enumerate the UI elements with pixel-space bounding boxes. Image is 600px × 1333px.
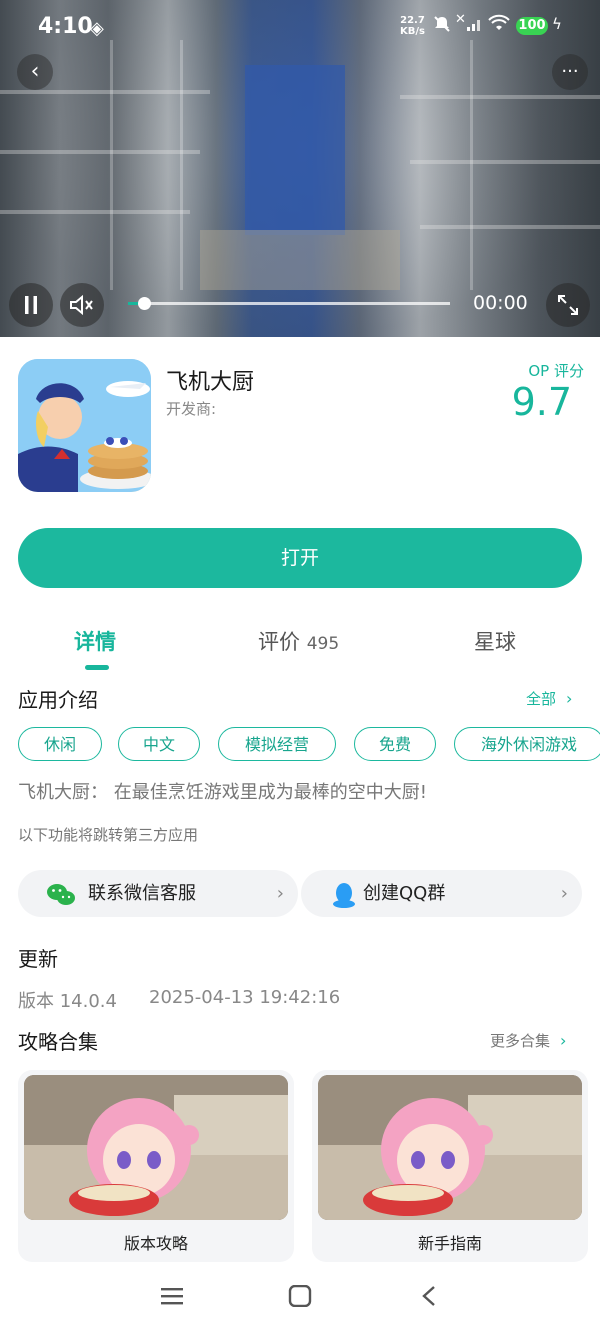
guide-card[interactable]: 新手指南	[312, 1070, 588, 1262]
wechat-service-label: 联系微信客服	[88, 883, 196, 904]
tag-chip[interactable]: 中文	[118, 727, 200, 761]
aisle-blue-door	[245, 65, 345, 235]
tab-details-label: 详情	[74, 630, 116, 654]
create-qq-group-label: 创建QQ群	[363, 883, 446, 904]
op-score-value: 9.7	[511, 380, 572, 424]
version-text: 版本 14.0.4	[18, 991, 117, 1012]
wechat-service-link[interactable]: 联系微信客服 ›	[18, 870, 298, 917]
chevron-right-icon: ›	[566, 689, 573, 708]
pause-icon	[22, 296, 40, 320]
guides-title: 攻略合集	[18, 1030, 98, 1054]
intro-all-label: 全部	[526, 690, 557, 708]
speaker-muted-icon	[69, 294, 95, 321]
qq-penguin-icon	[329, 880, 359, 908]
update-title: 更新	[18, 947, 58, 971]
app-name: 飞机大厨	[166, 370, 255, 395]
intro-all-link[interactable]: 全部 ›	[526, 688, 572, 709]
third-party-note: 以下功能将跳转第三方应用	[18, 826, 199, 844]
home-button[interactable]	[288, 1284, 312, 1314]
tag-chip[interactable]: 休闲	[18, 727, 102, 761]
wechat-icon	[46, 880, 76, 907]
tag-chip[interactable]: 模拟经营	[218, 727, 336, 761]
tag-chip[interactable]: 海外休闲游戏	[454, 727, 600, 761]
aisle-shelf	[400, 95, 600, 99]
status-time: 4:10	[38, 14, 93, 39]
pause-button[interactable]	[9, 283, 53, 327]
aisle-floor	[200, 230, 400, 290]
video-time: 00:00	[473, 292, 528, 314]
tag-chip[interactable]: 免费	[354, 727, 436, 761]
ellipsis-icon: ···	[561, 61, 579, 82]
fullscreen-button[interactable]	[546, 283, 590, 327]
update-date: 2025-04-13 19:42:16	[149, 987, 341, 1008]
back-button[interactable]: ‹	[17, 54, 53, 90]
aisle-shelf	[420, 225, 600, 229]
charging-bolt-icon: ϟ	[552, 15, 562, 33]
aisle-shelf	[410, 160, 600, 164]
app-description: 飞机大厨： 在最佳烹饪游戏里成为最棒的空中大厨!	[18, 782, 427, 803]
aisle-pillar	[470, 40, 473, 290]
aisle-pillar	[110, 40, 113, 290]
wifi-icon	[488, 14, 510, 37]
tab-planet-label: 星球	[474, 630, 516, 654]
create-qq-group-link[interactable]: 创建QQ群 ›	[301, 870, 582, 917]
bell-muted-icon	[432, 14, 452, 39]
developer-label: 开发商:	[166, 400, 217, 418]
tab-planet[interactable]: 星球	[474, 626, 516, 656]
tab-reviews-count: 495	[306, 634, 340, 654]
chevron-right-icon: ›	[560, 1031, 567, 1050]
signal-icon	[466, 14, 484, 37]
network-speed-unit: KB/s	[400, 26, 425, 37]
active-tab-indicator	[85, 665, 109, 670]
intro-title: 应用介绍	[18, 688, 98, 712]
more-guides-label: 更多合集	[490, 1032, 551, 1050]
aisle-pillar	[180, 40, 183, 290]
video-progress-track[interactable]	[128, 302, 450, 305]
guide-thumbnail	[318, 1075, 582, 1220]
guide-card-title: 新手指南	[417, 1234, 482, 1253]
aisle-shelf	[0, 210, 190, 214]
system-nav-bar	[0, 1270, 600, 1333]
network-speed-value: 22.7	[400, 15, 425, 26]
mute-button[interactable]	[60, 283, 104, 327]
chevron-right-icon: ›	[560, 883, 568, 904]
chevron-right-icon: ›	[276, 883, 284, 904]
video-player[interactable]: 4:10 ◈ 22.7 KB/s ✕ 100 ϟ ‹ ··· 00:00	[0, 0, 600, 337]
tab-details[interactable]: 详情	[74, 626, 116, 656]
more-guides-link[interactable]: 更多合集 ›	[490, 1030, 566, 1051]
tab-reviews-label: 评价	[258, 630, 300, 654]
aisle-shelf	[0, 90, 210, 94]
guide-thumbnail	[24, 1075, 288, 1220]
guide-card[interactable]: 版本攻略	[18, 1070, 294, 1262]
battery-level: 100	[516, 17, 548, 35]
video-progress-thumb[interactable]	[138, 297, 151, 310]
menu-button[interactable]	[160, 1284, 184, 1314]
chevron-left-icon: ‹	[30, 59, 40, 84]
no-sim-icon: ✕	[455, 12, 466, 27]
status-bar: 4:10 ◈ 22.7 KB/s ✕ 100 ϟ	[0, 0, 600, 52]
op-score-label: OP 评分	[528, 362, 584, 380]
open-app-button[interactable]: 打开	[18, 528, 582, 588]
app-icon	[18, 359, 151, 492]
guide-card-title: 版本攻略	[123, 1234, 188, 1253]
more-options-button[interactable]: ···	[552, 54, 588, 90]
aisle-shelf	[0, 150, 200, 154]
vpn-diamond-icon: ◈	[90, 18, 104, 39]
expand-icon	[557, 295, 579, 321]
network-speed: 22.7 KB/s	[400, 15, 425, 37]
tab-reviews[interactable]: 评价 495	[258, 626, 339, 656]
back-nav-button[interactable]	[418, 1284, 442, 1314]
